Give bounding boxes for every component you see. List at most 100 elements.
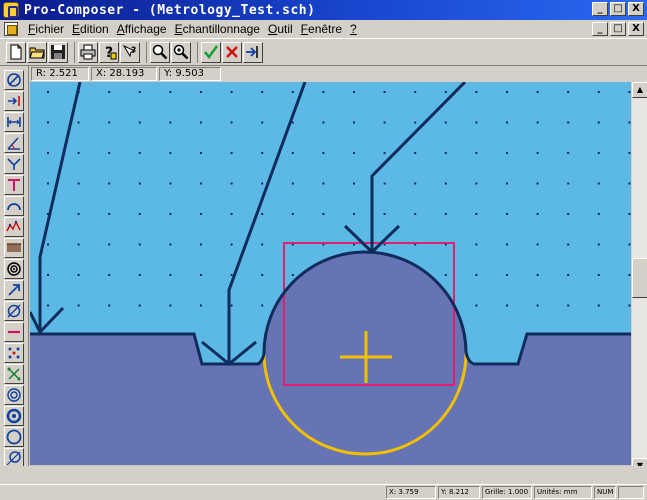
grid-dot: [597, 91, 600, 93]
grid-dot: [291, 182, 294, 185]
grid-dot: [475, 304, 478, 307]
grid-dot: [414, 152, 417, 154]
cross-points-tool-button[interactable]: [4, 364, 24, 384]
grid-dot: [536, 213, 539, 215]
minimize-button[interactable]: _: [592, 2, 608, 16]
grid-dot: [230, 182, 233, 185]
help-question-icon: ?: [105, 45, 117, 60]
menu-fichier[interactable]: Fichier: [24, 22, 68, 36]
dot-grid-tool-button[interactable]: [4, 343, 24, 363]
grid-dot: [200, 121, 202, 124]
arrow-diagonal-tool-button[interactable]: [4, 280, 24, 300]
vertical-scrollbar[interactable]: ▲ ▼: [631, 82, 647, 474]
grid-dot: [108, 213, 111, 215]
drawing-canvas[interactable]: [30, 82, 631, 465]
concentric-icon: [7, 388, 21, 402]
menu-bar: Fichier Edition Affichage Echantillonnag…: [0, 20, 647, 38]
distance-tool-button[interactable]: [4, 112, 24, 132]
grid-dot: [230, 152, 233, 154]
svg-text:?: ?: [131, 46, 136, 56]
grid-dot: [291, 213, 294, 215]
diameter-tool-button[interactable]: [4, 70, 24, 90]
angle-tool-button[interactable]: [4, 133, 24, 153]
grid-dot: [169, 91, 172, 93]
grid-dot: [108, 152, 111, 154]
app-icon[interactable]: [3, 2, 19, 18]
context-help-button[interactable]: ?: [120, 41, 140, 63]
diameter-alt-icon: [7, 304, 21, 318]
grid-dot: [444, 182, 447, 185]
grid-dot: [169, 243, 172, 246]
grid-dot: [200, 91, 202, 93]
save-button[interactable]: [48, 41, 68, 63]
menu-echantillonnage[interactable]: Echantillonnage: [171, 22, 264, 36]
grid-dot: [322, 121, 325, 124]
menu-fenetre[interactable]: Fenêtre: [297, 22, 346, 36]
grid-dot: [475, 91, 478, 93]
checkmark-icon: [204, 45, 219, 60]
grid-dot: [77, 121, 80, 124]
doc-minimize-button[interactable]: _: [592, 22, 608, 36]
menu-edition[interactable]: Edition: [68, 22, 113, 36]
grid-dot: [108, 243, 111, 246]
maximize-button[interactable]: □: [610, 2, 626, 16]
grid-dot: [230, 121, 233, 124]
minus-tool-button[interactable]: [4, 322, 24, 342]
drawing-svg[interactable]: [30, 82, 631, 465]
grid-dot: [322, 182, 325, 185]
grid-dot: [536, 243, 539, 246]
concentric-tool-button[interactable]: [4, 385, 24, 405]
help-button[interactable]: ?: [99, 41, 119, 63]
grid-dot: [597, 274, 600, 276]
zoom-in-button[interactable]: [171, 41, 191, 63]
target-tool-button[interactable]: [4, 259, 24, 279]
circle-tangent-tool-button[interactable]: [4, 448, 24, 468]
close-button[interactable]: X: [628, 2, 644, 16]
validate-button[interactable]: [201, 41, 221, 63]
new-document-button[interactable]: [6, 41, 26, 63]
cancel-button[interactable]: [222, 41, 242, 63]
scroll-thumb[interactable]: [632, 258, 647, 298]
doc-restore-button[interactable]: □: [610, 22, 626, 36]
grid-dot: [138, 213, 141, 215]
t-marker-tool-button[interactable]: [4, 175, 24, 195]
grid-dot: [536, 152, 539, 154]
menu-affichage[interactable]: Affichage: [113, 22, 171, 36]
grid-dot: [506, 91, 508, 93]
print-button[interactable]: [78, 41, 98, 63]
bisector-tool-button[interactable]: [4, 154, 24, 174]
grid-dot: [567, 182, 570, 185]
ring-tool-button[interactable]: [4, 406, 24, 426]
document-icon[interactable]: [4, 22, 18, 36]
print-icon: [80, 44, 96, 60]
ring-icon: [6, 408, 22, 424]
comb-tool-button[interactable]: [4, 238, 24, 258]
spline-tool-button[interactable]: [4, 217, 24, 237]
menu-help[interactable]: ?: [346, 22, 361, 36]
grid-dot: [353, 152, 355, 154]
diameter-alt-tool-button[interactable]: [4, 301, 24, 321]
point-arrow-tool-button[interactable]: [4, 91, 24, 111]
grid-dot: [597, 213, 600, 215]
open-button[interactable]: [27, 41, 47, 63]
grid-dot: [536, 182, 539, 185]
zoom-out-button[interactable]: [150, 41, 170, 63]
grid-dot: [261, 213, 264, 215]
menu-outil[interactable]: Outil: [264, 22, 297, 36]
grid-dot: [383, 152, 386, 154]
exit-button[interactable]: [243, 41, 263, 63]
circle-tool-button[interactable]: [4, 427, 24, 447]
grid-dot: [47, 121, 49, 124]
grid-dot: [475, 152, 478, 154]
grid-dot: [108, 304, 111, 307]
diameter-icon: [7, 73, 21, 87]
grid-dot: [567, 213, 570, 215]
grid-dot: [47, 304, 49, 307]
scroll-up-arrow[interactable]: ▲: [632, 82, 647, 98]
arc-tool-button[interactable]: [4, 196, 24, 216]
grid-dot: [353, 121, 355, 124]
grid-dot: [261, 243, 264, 246]
grid-dot: [200, 274, 202, 276]
doc-close-button[interactable]: X: [628, 22, 644, 36]
window-title: Pro-Composer - (Metrology_Test.sch): [24, 2, 316, 18]
